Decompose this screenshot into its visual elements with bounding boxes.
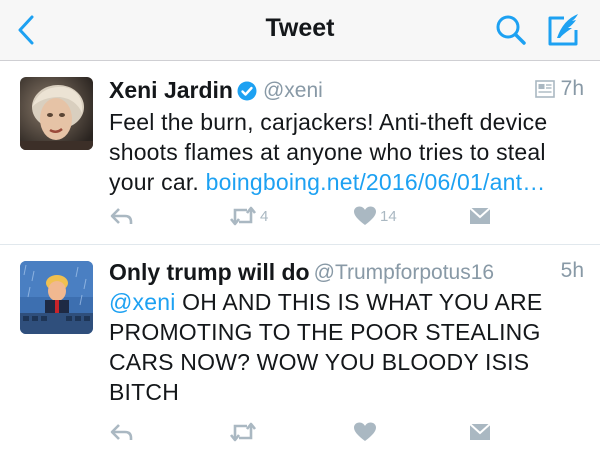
display-name[interactable]: Xeni Jardin	[109, 77, 233, 103]
reply-button[interactable]	[109, 419, 135, 445]
tweet-text: @xeni OH AND THIS IS WHAT YOU ARE PROMOT…	[109, 287, 584, 407]
verified-badge-icon	[237, 81, 257, 101]
heart-icon	[353, 205, 377, 227]
direct-message-button[interactable]	[469, 203, 491, 229]
timestamp: 7h	[534, 77, 584, 101]
tweet-actions	[109, 419, 579, 445]
navigation-bar: Tweet	[0, 0, 600, 61]
heart-icon	[353, 421, 377, 443]
reply-button[interactable]	[109, 203, 135, 229]
summary-card-icon	[534, 80, 555, 98]
tweet-text: Feel the burn, carjackers! Anti-theft de…	[109, 107, 584, 197]
tweet-card[interactable]: Only trump will do @Trumpforpotus16 5h @x…	[0, 245, 600, 466]
retweet-icon	[229, 205, 257, 227]
compose-tweet-icon[interactable]	[544, 12, 582, 48]
tweet-header: Only trump will do @Trumpforpotus16 5h	[109, 259, 584, 289]
reply-icon	[109, 206, 135, 226]
envelope-icon	[469, 207, 491, 225]
timestamp: 5h	[560, 259, 584, 282]
handle[interactable]: @xeni	[263, 79, 323, 102]
handle[interactable]: @Trumpforpotus16	[314, 261, 494, 284]
direct-message-button[interactable]	[469, 419, 491, 445]
retweet-count: 4	[260, 207, 269, 225]
avatar[interactable]	[20, 261, 93, 334]
retweet-button[interactable]: 4	[229, 203, 268, 229]
like-count: 14	[380, 207, 397, 225]
mention-link[interactable]: @xeni	[109, 289, 176, 315]
envelope-icon	[469, 423, 491, 441]
like-button[interactable]	[353, 419, 377, 445]
tweet-actions: 4 14	[109, 203, 579, 229]
tweet-link[interactable]: boingboing.net/2016/06/01/ant…	[206, 169, 546, 195]
like-button[interactable]: 14	[353, 203, 397, 229]
tweet-card[interactable]: Xeni Jardin @xeni 7h Feel the burn, carja…	[0, 61, 600, 244]
retweet-icon	[229, 421, 257, 443]
avatar[interactable]	[20, 77, 93, 150]
retweet-button[interactable]	[229, 419, 257, 445]
reply-icon	[109, 422, 135, 442]
search-icon[interactable]	[494, 13, 528, 47]
time-label: 7h	[560, 77, 584, 100]
display-name[interactable]: Only trump will do	[109, 259, 310, 285]
tweet-header: Xeni Jardin @xeni 7h	[109, 77, 584, 107]
